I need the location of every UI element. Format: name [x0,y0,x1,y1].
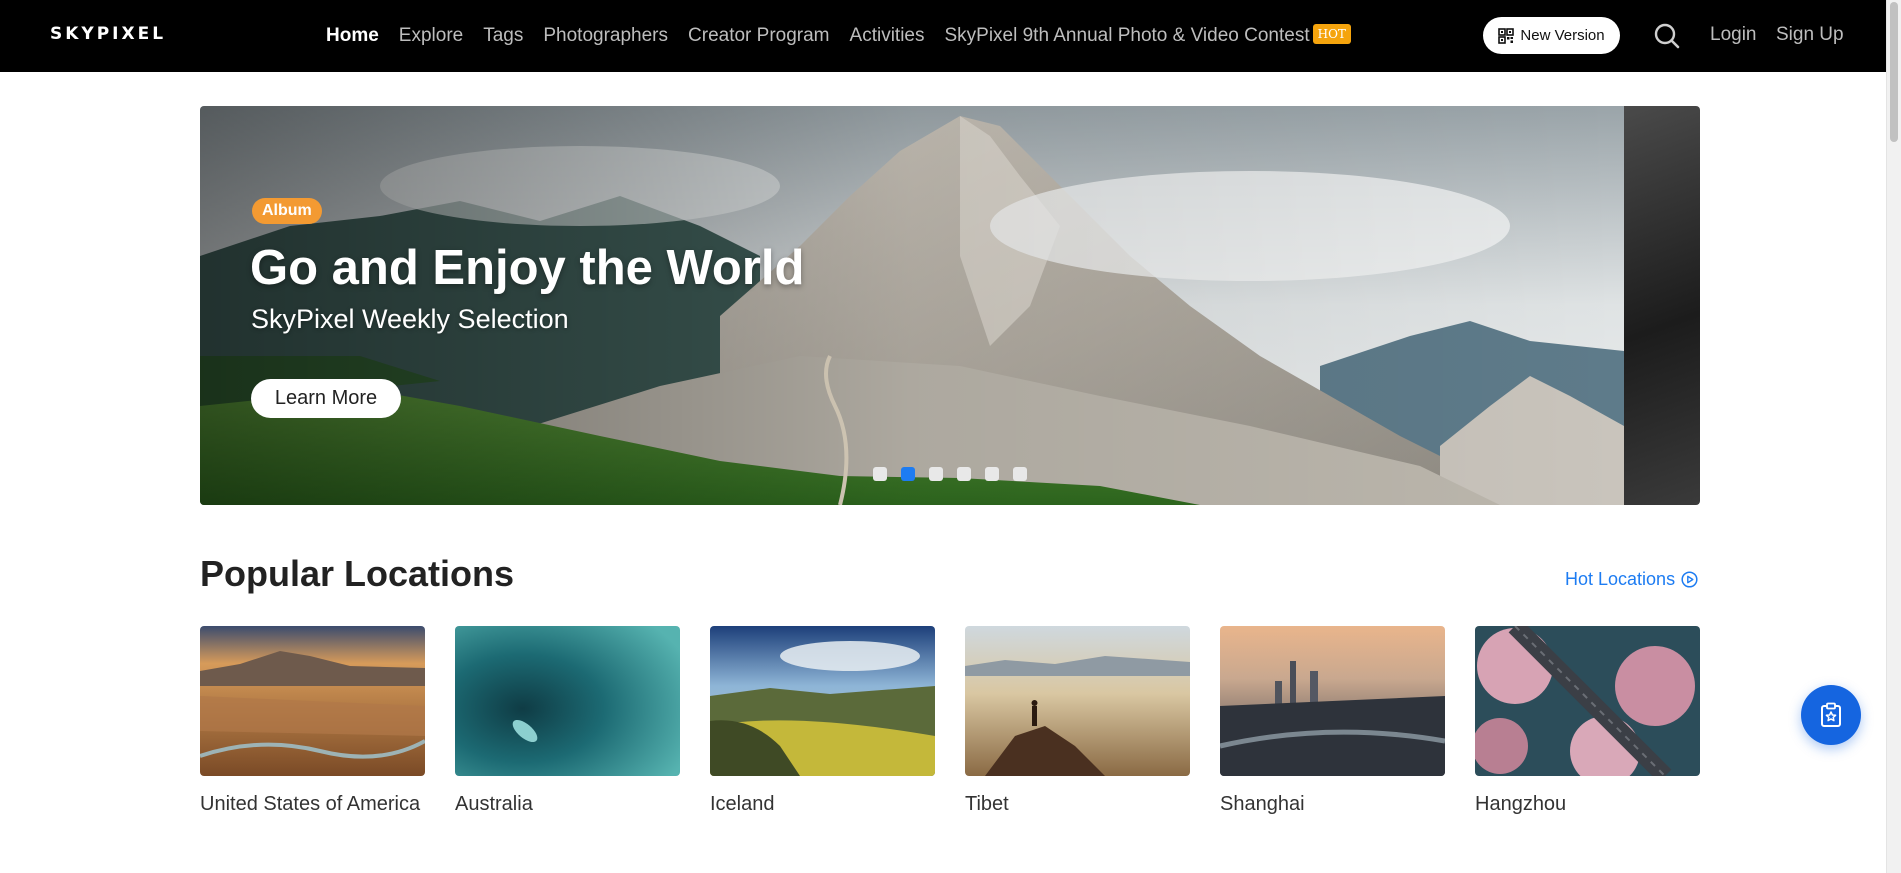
location-card-shanghai[interactable]: Shanghai [1219,626,1446,816]
location-card-australia[interactable]: Australia [455,626,680,816]
location-card-iceland[interactable]: Iceland [710,626,935,816]
main-nav: Home Explore Tags Photographers Creator … [326,0,1371,72]
location-name: Australia [455,793,533,815]
location-name: Iceland [710,793,775,815]
play-circle-icon [1681,571,1698,588]
section-title-popular-locations: Popular Locations [200,553,515,594]
nav-tags[interactable]: Tags [483,25,523,47]
new-version-button[interactable]: New Version [1483,17,1620,54]
carousel-dot[interactable] [929,467,943,481]
floating-action-button[interactable] [1801,685,1861,745]
nav-creator-program[interactable]: Creator Program [688,25,830,47]
qr-code-icon [1498,27,1515,44]
clipboard-star-icon [1821,702,1841,727]
next-slide-peek[interactable] [1624,106,1700,505]
carousel-dot[interactable] [873,467,887,481]
scrollbar-thumb[interactable] [1890,2,1898,142]
location-name: United States of America [200,793,421,815]
location-image [710,626,935,776]
album-tag: Album [252,198,322,224]
new-version-label: New Version [1520,27,1605,44]
location-card-hangzhou[interactable]: Hangzhou [1472,619,1700,816]
location-name: Shanghai [1220,793,1305,815]
skypixel-logo[interactable]: SKYPIXEL [50,24,166,44]
carousel-dot[interactable] [957,467,971,481]
nav-explore[interactable]: Explore [399,25,463,47]
login-link[interactable]: Login [1710,24,1757,46]
location-name: Tibet [965,793,1009,815]
nav-contest[interactable]: SkyPixel 9th Annual Photo & Video Contes… [944,23,1351,47]
hero-carousel[interactable]: Album Go and Enjoy the World SkyPixel We… [200,106,1700,505]
carousel-dot[interactable] [1013,467,1027,481]
signup-link[interactable]: Sign Up [1776,24,1844,46]
nav-activities[interactable]: Activities [850,25,925,47]
hot-locations-link[interactable]: Hot Locations [1565,569,1698,590]
hero-subtitle: SkyPixel Weekly Selection [251,304,569,334]
nav-photographers[interactable]: Photographers [543,25,668,47]
carousel-dot[interactable] [985,467,999,481]
hero-title: Go and Enjoy the World [250,241,805,295]
carousel-dots [873,467,1041,481]
carousel-dot-active[interactable] [901,467,915,481]
nav-contest-label: SkyPixel 9th Annual Photo & Video Contes… [944,25,1310,46]
learn-more-button[interactable]: Learn More [251,379,401,418]
location-image [1472,619,1700,786]
location-name: Hangzhou [1475,793,1567,815]
location-image [455,626,680,776]
location-image [199,626,426,776]
location-image [965,626,1190,776]
scrollbar[interactable] [1886,0,1901,873]
nav-home[interactable]: Home [326,25,379,47]
location-card-tibet[interactable]: Tibet [965,626,1190,816]
location-image [1219,626,1446,776]
top-navbar: SKYPIXEL Home Explore Tags Photographers… [0,0,1886,72]
hot-badge: HOT [1312,23,1351,44]
hot-locations-label: Hot Locations [1565,569,1676,589]
search-icon[interactable] [1653,22,1681,50]
location-card-usa[interactable]: United States of America [199,626,426,816]
